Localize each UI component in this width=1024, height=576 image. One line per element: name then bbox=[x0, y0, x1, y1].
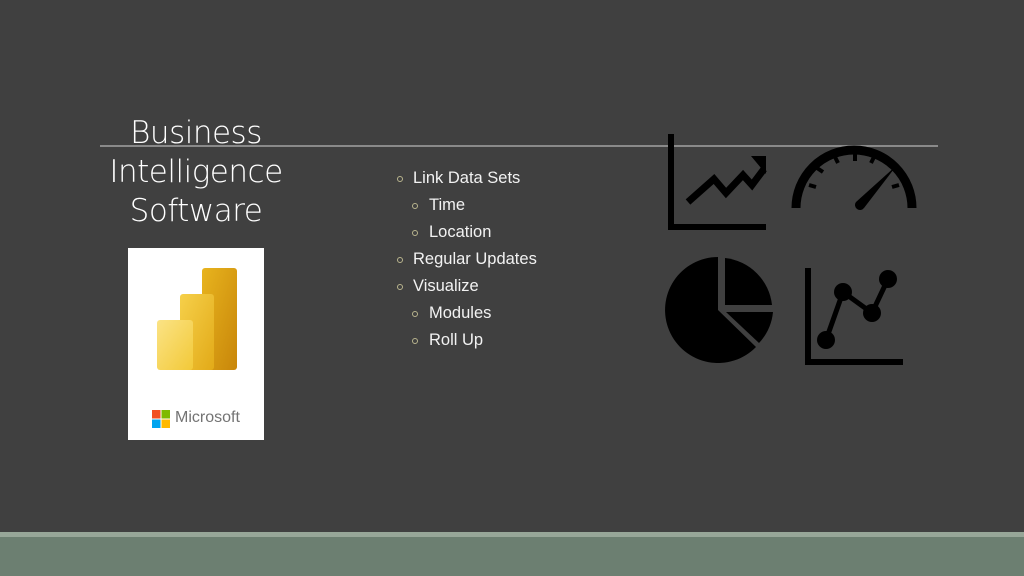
microsoft-logo-icon bbox=[152, 410, 170, 428]
slide-title: Business Intelligence Software bbox=[96, 114, 296, 231]
trending-up-chart-icon bbox=[668, 134, 767, 230]
bullet-item: Link Data Sets bbox=[396, 165, 537, 192]
title-line-2: Intelligence bbox=[109, 154, 283, 190]
bullet-item: Location bbox=[396, 219, 537, 246]
title-line-3: Software bbox=[129, 193, 263, 229]
microsoft-brand-text: Microsoft bbox=[175, 409, 240, 426]
bullet-item: Visualize bbox=[396, 273, 537, 300]
title-line-1: Business bbox=[130, 115, 262, 151]
bullet-item: Time bbox=[396, 192, 537, 219]
speedometer-gauge-icon bbox=[791, 145, 917, 210]
bullet-list: Link Data Sets Time Location Regular Upd… bbox=[396, 165, 537, 354]
power-bi-logo-card: Microsoft bbox=[128, 248, 264, 440]
footer-band bbox=[0, 537, 1024, 576]
line-chart-points-icon bbox=[805, 268, 903, 365]
bullet-item: Modules bbox=[396, 300, 537, 327]
pie-chart-icon bbox=[665, 257, 773, 363]
bullet-item: Roll Up bbox=[396, 327, 537, 354]
bullet-item: Regular Updates bbox=[396, 246, 537, 273]
